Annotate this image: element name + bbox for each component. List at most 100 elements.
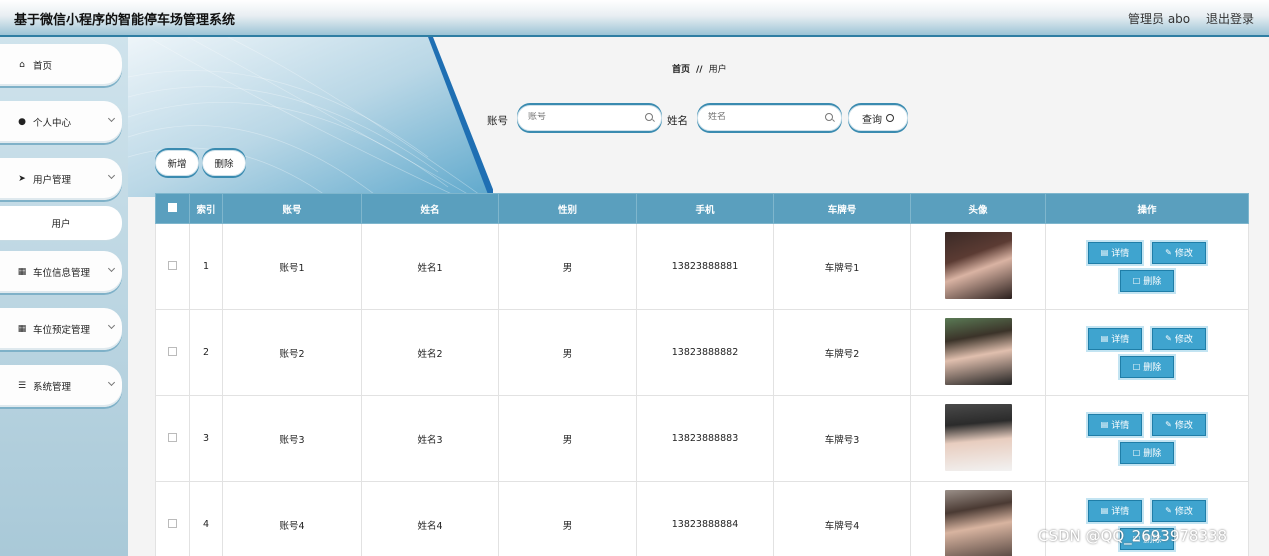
col-header-actions: 操作 (1045, 193, 1249, 224)
cell-actions: ▤ 详情 ✎ 修改 □ 删除 (1045, 395, 1249, 482)
chevron-down-icon (107, 171, 116, 180)
cell-index: 3 (189, 395, 223, 482)
edit-button[interactable]: ✎ 修改 (1152, 413, 1206, 436)
cell-account: 账号4 (222, 481, 362, 556)
breadcrumb-separator: // (696, 65, 703, 75)
table-row: 3 账号3 姓名3 男 13823888883 车牌号3 ▤ 详情 ✎ 修改 □ 删除 (155, 395, 1249, 482)
account-search-box[interactable] (517, 105, 662, 131)
pencil-icon: ✎ (1165, 334, 1172, 343)
delete-button[interactable]: □ 删除 (1120, 441, 1174, 464)
cell-phone: 13823888883 (636, 395, 774, 482)
col-header-avatar: 头像 (910, 193, 1046, 224)
cell-gender: 男 (498, 223, 637, 310)
user-icon: ● (18, 117, 26, 127)
col-header-account: 账号 (222, 193, 362, 224)
sidebar: ⌂ 首页 ● 个人中心 ➤ 用户管理 用户 ▦ 车位信息管理 ▦ 车位预定管理 … (0, 37, 128, 556)
query-button-label: 查询 (862, 114, 882, 126)
chevron-down-icon (107, 321, 116, 330)
col-header-plate: 车牌号 (773, 193, 911, 224)
sidebar-item-user-management[interactable]: ➤ 用户管理 (0, 158, 122, 200)
send-icon: ➤ (18, 174, 26, 184)
detail-button[interactable]: ▤ 详情 (1088, 499, 1142, 522)
edit-button[interactable]: ✎ 修改 (1152, 499, 1206, 522)
col-header-gender: 性别 (498, 193, 637, 224)
detail-button[interactable]: ▤ 详情 (1088, 241, 1142, 264)
cell-phone: 13823888882 (636, 309, 774, 396)
row-checkbox[interactable] (168, 432, 177, 442)
cell-index: 2 (189, 309, 223, 396)
sidebar-subitem-users[interactable]: 用户 (0, 206, 122, 240)
sidebar-item-label: 个人中心 (33, 118, 72, 129)
cell-name: 姓名3 (361, 395, 499, 482)
sidebar-item-system-management[interactable]: ☰ 系统管理 (0, 365, 122, 407)
edit-button[interactable]: ✎ 修改 (1152, 241, 1206, 264)
account-search-input[interactable] (528, 112, 638, 122)
name-search-box[interactable] (697, 105, 842, 131)
name-label: 姓名 (667, 115, 688, 127)
name-search-input[interactable] (708, 112, 818, 122)
detail-button[interactable]: ▤ 详情 (1088, 327, 1142, 350)
table-row: 2 账号2 姓名2 男 13823888882 车牌号2 ▤ 详情 ✎ 修改 □ 删除 (155, 309, 1249, 396)
sidebar-item-parking-info[interactable]: ▦ 车位信息管理 (0, 251, 122, 293)
document-icon: ▤ (1100, 248, 1109, 257)
delete-button[interactable]: □ 删除 (1120, 269, 1174, 292)
col-header-phone: 手机 (636, 193, 774, 224)
row-checkbox[interactable] (168, 518, 177, 528)
select-all-checkbox[interactable] (168, 202, 177, 212)
cell-actions: ▤ 详情 ✎ 修改 □ 删除 (1045, 309, 1249, 396)
list-icon: ☰ (17, 381, 27, 391)
chevron-down-icon (107, 264, 116, 273)
search-icon (886, 114, 894, 122)
document-icon: ▤ (1100, 334, 1109, 343)
sidebar-item-label: 系统管理 (33, 382, 72, 393)
cell-index: 4 (189, 481, 223, 556)
table-row: 1 账号1 姓名1 男 13823888881 车牌号1 ▤ 详情 ✎ 修改 □ 删除 (155, 223, 1249, 310)
sidebar-item-home[interactable]: ⌂ 首页 (0, 44, 122, 86)
breadcrumb-current: 用户 (708, 65, 727, 75)
account-label: 账号 (487, 115, 508, 127)
cell-gender: 男 (498, 309, 637, 396)
home-icon: ⌂ (19, 60, 25, 70)
bulk-delete-button[interactable]: 删除 (202, 150, 246, 176)
cell-plate: 车牌号1 (773, 223, 911, 310)
edit-button[interactable]: ✎ 修改 (1152, 327, 1206, 350)
cell-account: 账号3 (222, 395, 362, 482)
app-title: 基于微信小程序的智能停车场管理系统 (14, 13, 236, 28)
logout-link[interactable]: 退出登录 (1206, 10, 1254, 27)
cell-actions: ▤ 详情 ✎ 修改 □ 删除 (1045, 223, 1249, 310)
sidebar-item-personal-center[interactable]: ● 个人中心 (0, 101, 122, 143)
watermark: CSDN @QQ_2693978338 (1038, 527, 1228, 545)
table-header-row: 索引 账号 姓名 性别 手机 车牌号 头像 操作 (155, 193, 1249, 224)
select-all-cell[interactable] (155, 193, 190, 224)
sidebar-item-parking-reservation[interactable]: ▦ 车位预定管理 (0, 308, 122, 350)
trash-icon: □ (1132, 362, 1141, 371)
col-header-name: 姓名 (361, 193, 499, 224)
document-icon: ▤ (1100, 506, 1109, 515)
row-checkbox[interactable] (168, 260, 177, 270)
search-icon (825, 113, 833, 121)
delete-button[interactable]: □ 删除 (1120, 355, 1174, 378)
cell-account: 账号1 (222, 223, 362, 310)
avatar (944, 317, 1012, 385)
pencil-icon: ✎ (1165, 506, 1172, 515)
cell-phone: 13823888884 (636, 481, 774, 556)
document-icon: ▤ (1100, 420, 1109, 429)
avatar (944, 403, 1012, 471)
cell-plate: 车牌号2 (773, 309, 911, 396)
sidebar-item-label: 车位信息管理 (33, 268, 91, 279)
query-button[interactable]: 查询 (848, 105, 908, 131)
row-checkbox[interactable] (168, 346, 177, 356)
breadcrumb-home[interactable]: 首页 (672, 65, 690, 75)
cell-plate: 车牌号4 (773, 481, 911, 556)
admin-name: 管理员 abo (1128, 12, 1191, 26)
cell-plate: 车牌号3 (773, 395, 911, 482)
detail-button[interactable]: ▤ 详情 (1088, 413, 1142, 436)
sidebar-item-label: 首页 (33, 61, 53, 72)
avatar (944, 231, 1012, 299)
sidebar-item-label: 用户管理 (33, 175, 72, 186)
cell-index: 1 (189, 223, 223, 310)
cell-name: 姓名2 (361, 309, 499, 396)
trash-icon: □ (1132, 448, 1141, 457)
main-content: 首页//用户 账号 姓名 查询 新增 删除 索引 账号 姓名 性 (128, 37, 1269, 556)
add-button[interactable]: 新增 (155, 150, 199, 176)
